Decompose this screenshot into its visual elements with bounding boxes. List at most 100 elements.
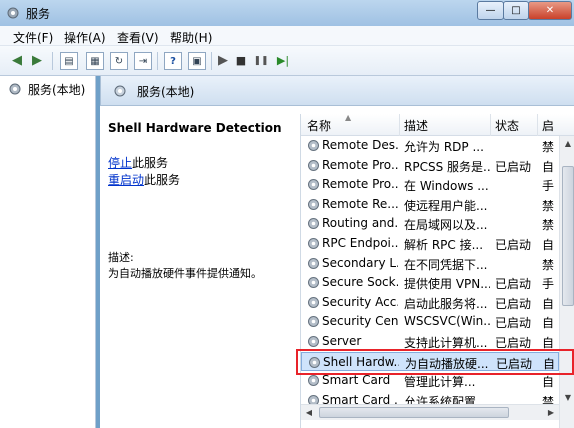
service-gear-icon (308, 336, 319, 347)
back-icon[interactable]: ◀ (8, 52, 26, 70)
view-icon[interactable]: ▣ (188, 52, 206, 70)
services-gear-icon (9, 83, 21, 95)
service-gear-icon (308, 238, 319, 249)
scroll-up-icon[interactable]: ▲ (560, 136, 574, 152)
service-gear-icon (308, 257, 319, 269)
service-startup-type: 手 (542, 179, 555, 194)
service-startup-type: 自 (542, 238, 555, 252)
stop-service-link[interactable]: 停止 (108, 156, 132, 170)
toolbar-separator (211, 52, 212, 70)
service-startup-type: 自 (542, 316, 555, 331)
stop-service-icon[interactable]: ■ (232, 52, 250, 70)
selected-row-highlight (296, 349, 574, 375)
service-gear-icon (308, 159, 319, 171)
window-title: 服务 (26, 7, 51, 21)
close-button[interactable]: ✕ (528, 1, 572, 20)
stop-service-suffix: 此服务 (132, 156, 169, 170)
service-gear-icon (308, 198, 319, 210)
services-pane: 服务(本地) Shell Hardware Detection 停止此服务 重启… (100, 76, 574, 428)
scroll-down-icon[interactable]: ▼ (560, 390, 574, 406)
toolbar: ◀ ▶ ▤ ▦ ↻ ⇥ ? ▣ ▶ ■ ❚❚ ▶| (0, 46, 574, 76)
restart-service-row: 重启动此服务 (108, 171, 180, 188)
service-gear-icon (308, 140, 319, 151)
menu-help[interactable]: 帮助(H) (170, 29, 212, 46)
service-startup-type: 自 (542, 296, 555, 311)
minimize-button[interactable]: — (477, 1, 504, 20)
service-name: Secondary L... (322, 255, 398, 270)
search-gear-icon (114, 85, 126, 97)
service-status: 已启动 (495, 316, 532, 331)
forward-icon[interactable]: ▶ (28, 52, 46, 70)
column-divider[interactable] (537, 114, 538, 136)
service-gear-icon (308, 316, 319, 328)
column-divider[interactable] (490, 114, 491, 136)
service-startup-type: 禁 (542, 198, 555, 213)
column-status[interactable]: 状态 (495, 117, 519, 134)
start-service-icon[interactable]: ▶ (214, 52, 232, 70)
service-startup-type: 禁 (542, 257, 555, 272)
column-divider[interactable] (399, 114, 400, 136)
service-description: 提供使用 VPN... (404, 277, 490, 292)
service-description: 在不同凭据下... (404, 257, 488, 272)
service-description: 启动此服务将... (404, 296, 488, 311)
table-row[interactable]: RPC Endpoi... 解析 RPC 接... 已启动自 (301, 234, 559, 254)
service-gear-icon (308, 277, 319, 289)
service-gear-icon (308, 179, 319, 191)
table-row[interactable]: Routing and... 在局域网以及... 禁 (301, 214, 559, 234)
description-label: 描述: (108, 251, 134, 264)
restart-service-suffix: 此服务 (144, 173, 181, 187)
scroll-right-icon[interactable]: ▶ (543, 405, 559, 421)
service-startup-type: 手 (542, 277, 555, 292)
tree-item-services-local[interactable]: 服务(本地) (8, 80, 88, 98)
restart-service-icon[interactable]: ▶| (274, 52, 292, 70)
table-row[interactable]: Remote Pro... RPCSS 服务是... 已启动自 (301, 156, 559, 176)
restart-service-link[interactable]: 重启动 (108, 173, 144, 187)
service-status: 已启动 (495, 159, 532, 174)
table-row[interactable]: Secure Sock... 提供使用 VPN... 已启动手 (301, 273, 559, 293)
service-description: 在 Windows ... (404, 179, 489, 194)
list-header: 名称 ▲ 描述 状态 启 (301, 114, 574, 136)
help-icon[interactable]: ? (164, 52, 182, 70)
scroll-thumb-horizontal[interactable] (319, 407, 509, 418)
column-startup-type[interactable]: 启 (542, 117, 554, 134)
service-status: 已启动 (495, 238, 532, 252)
menu-file[interactable]: 文件(F) (13, 29, 53, 46)
service-startup-type: 禁 (542, 140, 555, 154)
service-name: Remote Pro... (322, 177, 398, 192)
service-description: 解析 RPC 接... (404, 238, 484, 252)
stop-service-row: 停止此服务 (108, 154, 168, 171)
properties-icon[interactable]: ▦ (86, 52, 104, 70)
export-icon[interactable]: ⇥ (134, 52, 152, 70)
services-list: 名称 ▲ 描述 状态 启 Remote Des... 允许为 RDP ... 禁 Re… (300, 114, 574, 428)
table-row[interactable]: Security Acc... 启动此服务将... 已启动自 (301, 293, 559, 313)
menu-view[interactable]: 查看(V) (117, 29, 159, 46)
menu-action[interactable]: 操作(A) (64, 29, 106, 46)
service-startup-type: 禁 (542, 218, 555, 233)
scroll-left-icon[interactable]: ◀ (301, 405, 317, 421)
table-row[interactable]: Secondary L... 在不同凭据下... 禁 (301, 254, 559, 274)
pause-service-icon[interactable]: ❚❚ (252, 52, 270, 70)
maximize-button[interactable]: □ (503, 1, 529, 20)
service-name: Routing and... (322, 216, 398, 231)
service-description: RPCSS 服务是... (404, 159, 490, 174)
table-row[interactable]: Remote Re... 使远程用户能... 禁 (301, 195, 559, 215)
service-name: Remote Pro... (322, 157, 398, 172)
service-gear-icon (308, 375, 319, 387)
column-description[interactable]: 描述 (404, 117, 428, 134)
service-description: 管理此计算... (404, 375, 476, 390)
table-row[interactable]: Remote Pro... 在 Windows ... 手 (301, 175, 559, 195)
table-row[interactable]: Security Cen... WSCSVC(Win... 已启动自 (301, 312, 559, 332)
service-description: 在局域网以及... (404, 218, 488, 233)
scroll-thumb[interactable] (562, 166, 574, 306)
service-gear-icon (308, 218, 319, 230)
pane-title: 服务(本地) (137, 85, 195, 99)
console-tree-icon[interactable]: ▤ (60, 52, 78, 70)
column-name[interactable]: 名称 (307, 117, 331, 134)
console-tree: 服务(本地) (0, 76, 96, 428)
toolbar-separator (157, 52, 158, 70)
refresh-icon[interactable]: ↻ (110, 52, 128, 70)
service-name: RPC Endpoi... (322, 236, 398, 250)
horizontal-scrollbar[interactable]: ◀ ▶ (301, 404, 559, 420)
table-row[interactable]: Remote Des... 允许为 RDP ... 禁 (301, 136, 559, 156)
vertical-scrollbar[interactable]: ▲ ▼ (559, 136, 574, 428)
